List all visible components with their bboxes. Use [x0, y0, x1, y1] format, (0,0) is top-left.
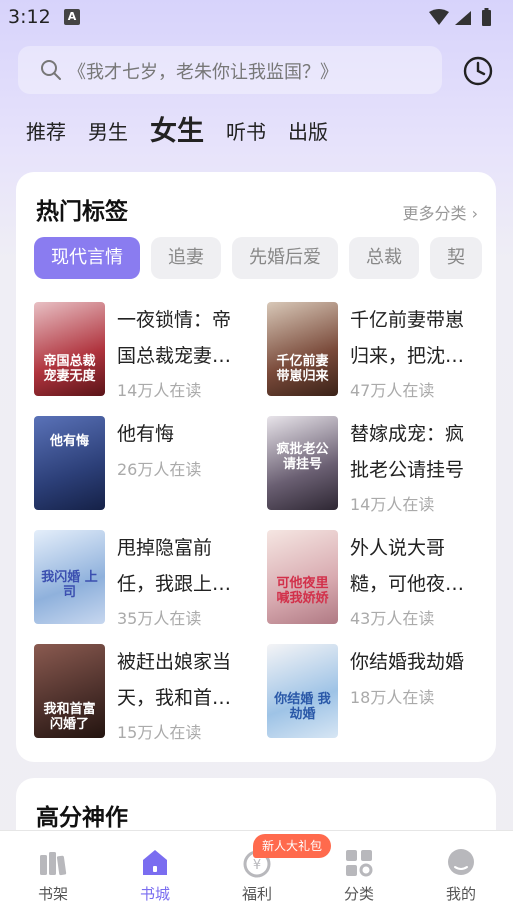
book-title: 他有悔 [117, 423, 175, 445]
profile-icon [448, 849, 474, 875]
tab-recommend[interactable]: 推荐 [26, 112, 66, 152]
hot-tags-card: 热门标签 更多分类 › 现代言情 追妻 先婚后爱 总裁 契 帝国总裁 宠妻无度 … [16, 172, 496, 762]
notification-icon: A [64, 9, 80, 25]
book-title: 甩掉隐富前任，我跟上… [117, 537, 232, 595]
status-bar: 3:12 A [0, 0, 513, 36]
book-cover: 他有悔 [34, 416, 105, 510]
tag-chip[interactable]: 现代言情 [34, 237, 140, 279]
book-item[interactable]: 疯批老公 请挂号 替嫁成宠：疯批老公请挂号 14万人在读 [267, 416, 496, 516]
book-readers: 47万人在读 [350, 381, 435, 400]
tag-chip[interactable]: 总裁 [349, 237, 419, 279]
book-cover: 我和首富 闪婚了 [34, 644, 105, 738]
nav-label: 书城 [139, 885, 170, 903]
book-item[interactable]: 千亿前妻 带崽归来 千亿前妻带崽归来，把沈… 47万人在读 [267, 302, 496, 402]
status-time: 3:12 [8, 6, 51, 28]
book-title: 替嫁成宠：疯批老公请挂号 [350, 423, 465, 481]
book-title: 你结婚我劫婚 [350, 651, 465, 673]
nav-profile[interactable]: 我的 [410, 831, 512, 912]
book-readers: 15万人在读 [117, 723, 202, 742]
book-cover: 帝国总裁 宠妻无度 [34, 302, 105, 396]
cover-title: 疯批老公 请挂号 [276, 442, 329, 472]
book-title: 一夜锁情：帝国总裁宠妻… [117, 309, 232, 367]
tab-female[interactable]: 女生 [150, 112, 204, 152]
book-item[interactable]: 我和首富 闪婚了 被赶出娘家当天，我和首… 15万人在读 [34, 644, 264, 744]
cover-title: 帝国总裁 宠妻无度 [43, 354, 96, 384]
book-title: 被赶出娘家当天，我和首… [117, 651, 232, 709]
cover-title: 你结婚 我劫婚 [274, 692, 331, 722]
channel-tabs: 推荐 男生 女生 听书 出版 [26, 112, 350, 152]
book-cover: 我闪婚 上司 [34, 530, 105, 624]
tab-audiobook[interactable]: 听书 [226, 112, 266, 152]
search-icon [41, 60, 61, 80]
tab-publishing[interactable]: 出版 [288, 112, 328, 152]
book-item[interactable]: 可他夜里 喊我娇娇 外人说大哥糙，可他夜… 43万人在读 [267, 530, 496, 630]
book-title: 外人说大哥糙，可他夜… [350, 537, 465, 595]
nav-bookshelf[interactable]: 书架 [2, 831, 104, 912]
book-item[interactable]: 你结婚 我劫婚 你结婚我劫婚 18万人在读 [267, 644, 496, 744]
book-cover: 你结婚 我劫婚 [267, 644, 338, 738]
book-item[interactable]: 他有悔 他有悔 26万人在读 [34, 416, 264, 516]
book-cover: 疯批老公 请挂号 [267, 416, 338, 510]
book-cover: 千亿前妻 带崽归来 [267, 302, 338, 396]
cover-title: 我和首富 闪婚了 [43, 702, 96, 732]
nav-label: 我的 [445, 885, 476, 903]
nav-bookstore[interactable]: 书城 [104, 831, 206, 912]
tag-row: 现代言情 追妻 先婚后爱 总裁 契 [34, 237, 496, 281]
bookshelf-icon [40, 852, 67, 876]
book-cover: 可他夜里 喊我娇娇 [267, 530, 338, 624]
history-clock-icon[interactable] [462, 55, 494, 87]
more-categories-link[interactable]: 更多分类 › [403, 200, 479, 224]
search-placeholder: 《我才七岁，老朱你让我监国？》 [68, 62, 338, 83]
hot-tags-title: 热门标签 [36, 199, 128, 225]
book-readers: 14万人在读 [350, 495, 435, 514]
signal-battery-icon [429, 8, 491, 26]
nav-label: 福利 [241, 885, 272, 903]
category-icon [346, 850, 373, 877]
book-readers: 35万人在读 [117, 609, 202, 628]
tag-chip[interactable]: 追妻 [151, 237, 221, 279]
svg-text:¥: ¥ [253, 858, 261, 873]
book-readers: 43万人在读 [350, 609, 435, 628]
book-item[interactable]: 我闪婚 上司 甩掉隐富前任，我跟上… 35万人在读 [34, 530, 264, 630]
book-title: 千亿前妻带崽归来，把沈… [350, 309, 465, 367]
new-user-gift-badge[interactable]: 新人大礼包 [253, 834, 332, 858]
bookstore-icon [143, 850, 167, 875]
cover-title: 可他夜里 喊我娇娇 [276, 576, 329, 606]
search-bar[interactable]: 《我才七岁，老朱你让我监国？》 [18, 46, 442, 94]
tag-chip[interactable]: 契 [430, 237, 482, 279]
nav-label: 书架 [37, 885, 68, 903]
cover-title: 我闪婚 上司 [41, 570, 98, 600]
book-readers: 26万人在读 [117, 460, 202, 479]
book-readers: 18万人在读 [350, 688, 435, 707]
high-score-title: 高分神作 [36, 805, 128, 831]
cover-title: 千亿前妻 带崽归来 [276, 354, 329, 384]
book-readers: 14万人在读 [117, 381, 202, 400]
tag-chip[interactable]: 先婚后爱 [232, 237, 338, 279]
tab-male[interactable]: 男生 [88, 112, 128, 152]
nav-label: 分类 [343, 885, 374, 903]
book-item[interactable]: 帝国总裁 宠妻无度 一夜锁情：帝国总裁宠妻… 14万人在读 [34, 302, 264, 402]
cover-title: 他有悔 [49, 434, 89, 449]
